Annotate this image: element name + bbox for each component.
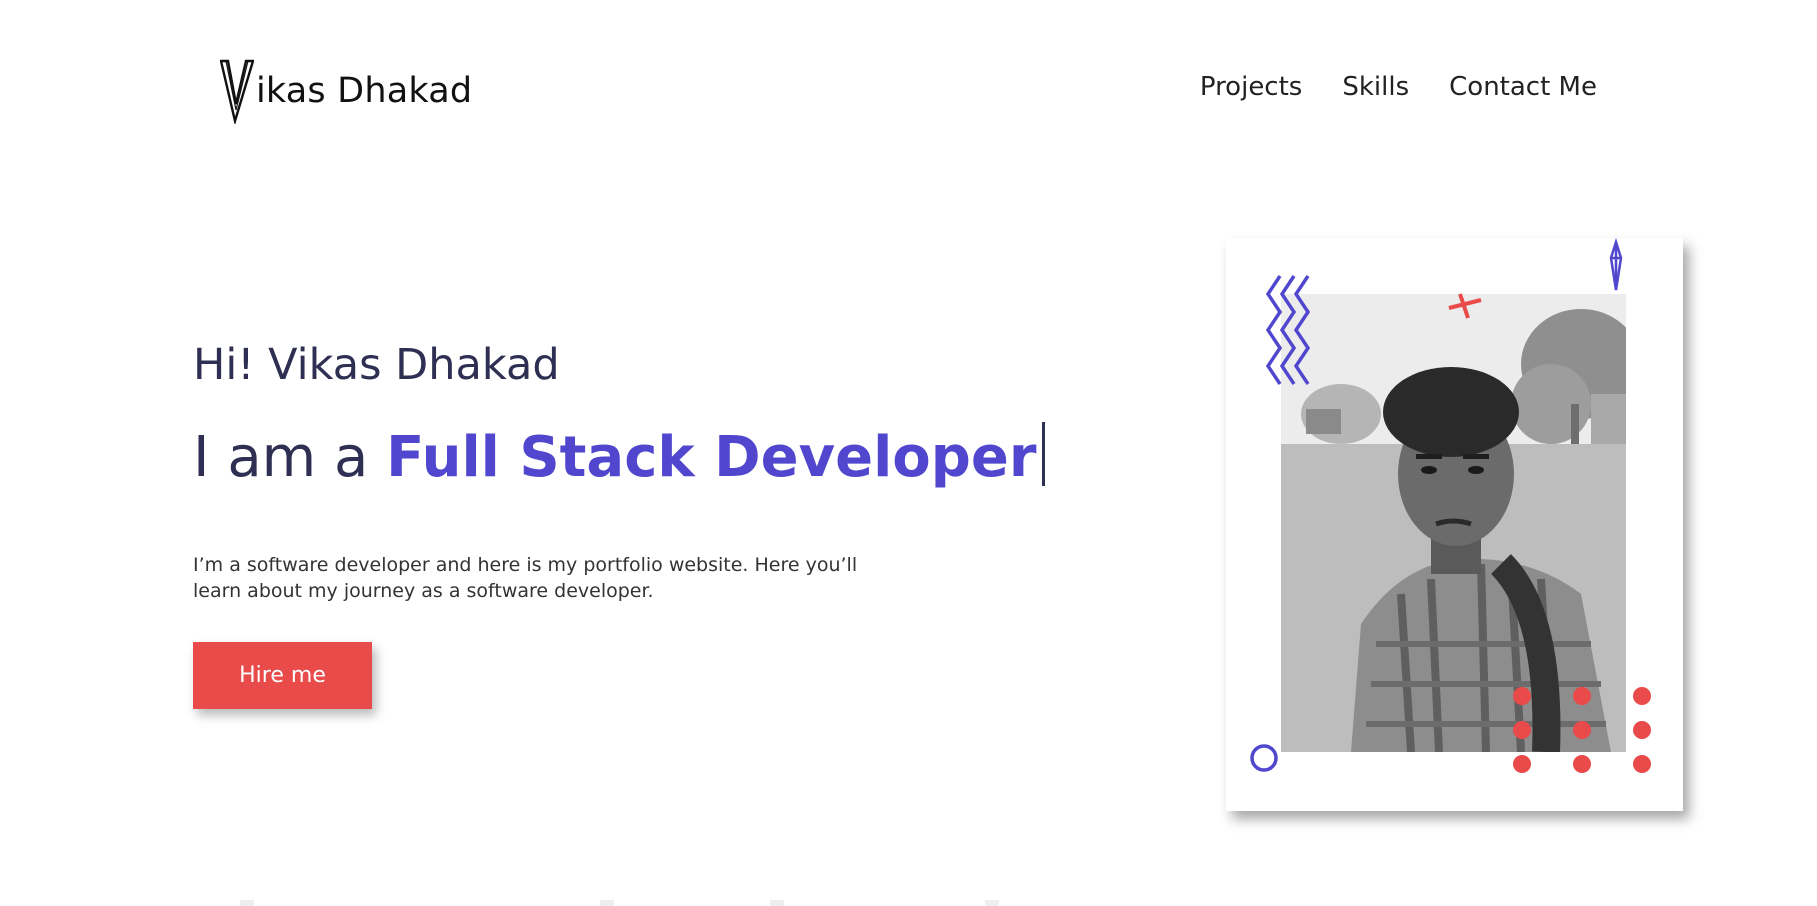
hire-me-button[interactable]: Hire me: [193, 642, 372, 709]
main-nav: Projects Skills Contact Me: [1200, 72, 1597, 102]
dot-grid-icon: [1513, 687, 1651, 773]
hero-greeting: Hi! Vikas Dhakad: [193, 340, 560, 390]
hero-headline: I am a Full Stack Developer: [193, 422, 1046, 490]
nav-projects[interactable]: Projects: [1200, 72, 1303, 102]
typing-caret: [1042, 422, 1046, 486]
next-section-peek: [0, 900, 1817, 906]
crystal-icon: [1609, 238, 1623, 291]
logo-v-icon: [220, 59, 254, 124]
zigzag-icon: [1265, 275, 1311, 385]
headline-role: Full Stack Developer: [386, 425, 1037, 490]
ring-icon: [1250, 744, 1278, 772]
hero-description: I’m a software developer and here is my …: [193, 554, 858, 602]
card-decorations: [1250, 238, 1651, 773]
logo-text: ikas Dhakad: [256, 71, 473, 111]
profile-card: [1226, 238, 1683, 811]
logo[interactable]: ikas Dhakad: [220, 56, 472, 126]
cross-icon: [1448, 293, 1482, 319]
nav-contact-me[interactable]: Contact Me: [1449, 72, 1597, 102]
nav-skills[interactable]: Skills: [1342, 72, 1409, 102]
headline-prefix: I am a: [193, 425, 387, 490]
